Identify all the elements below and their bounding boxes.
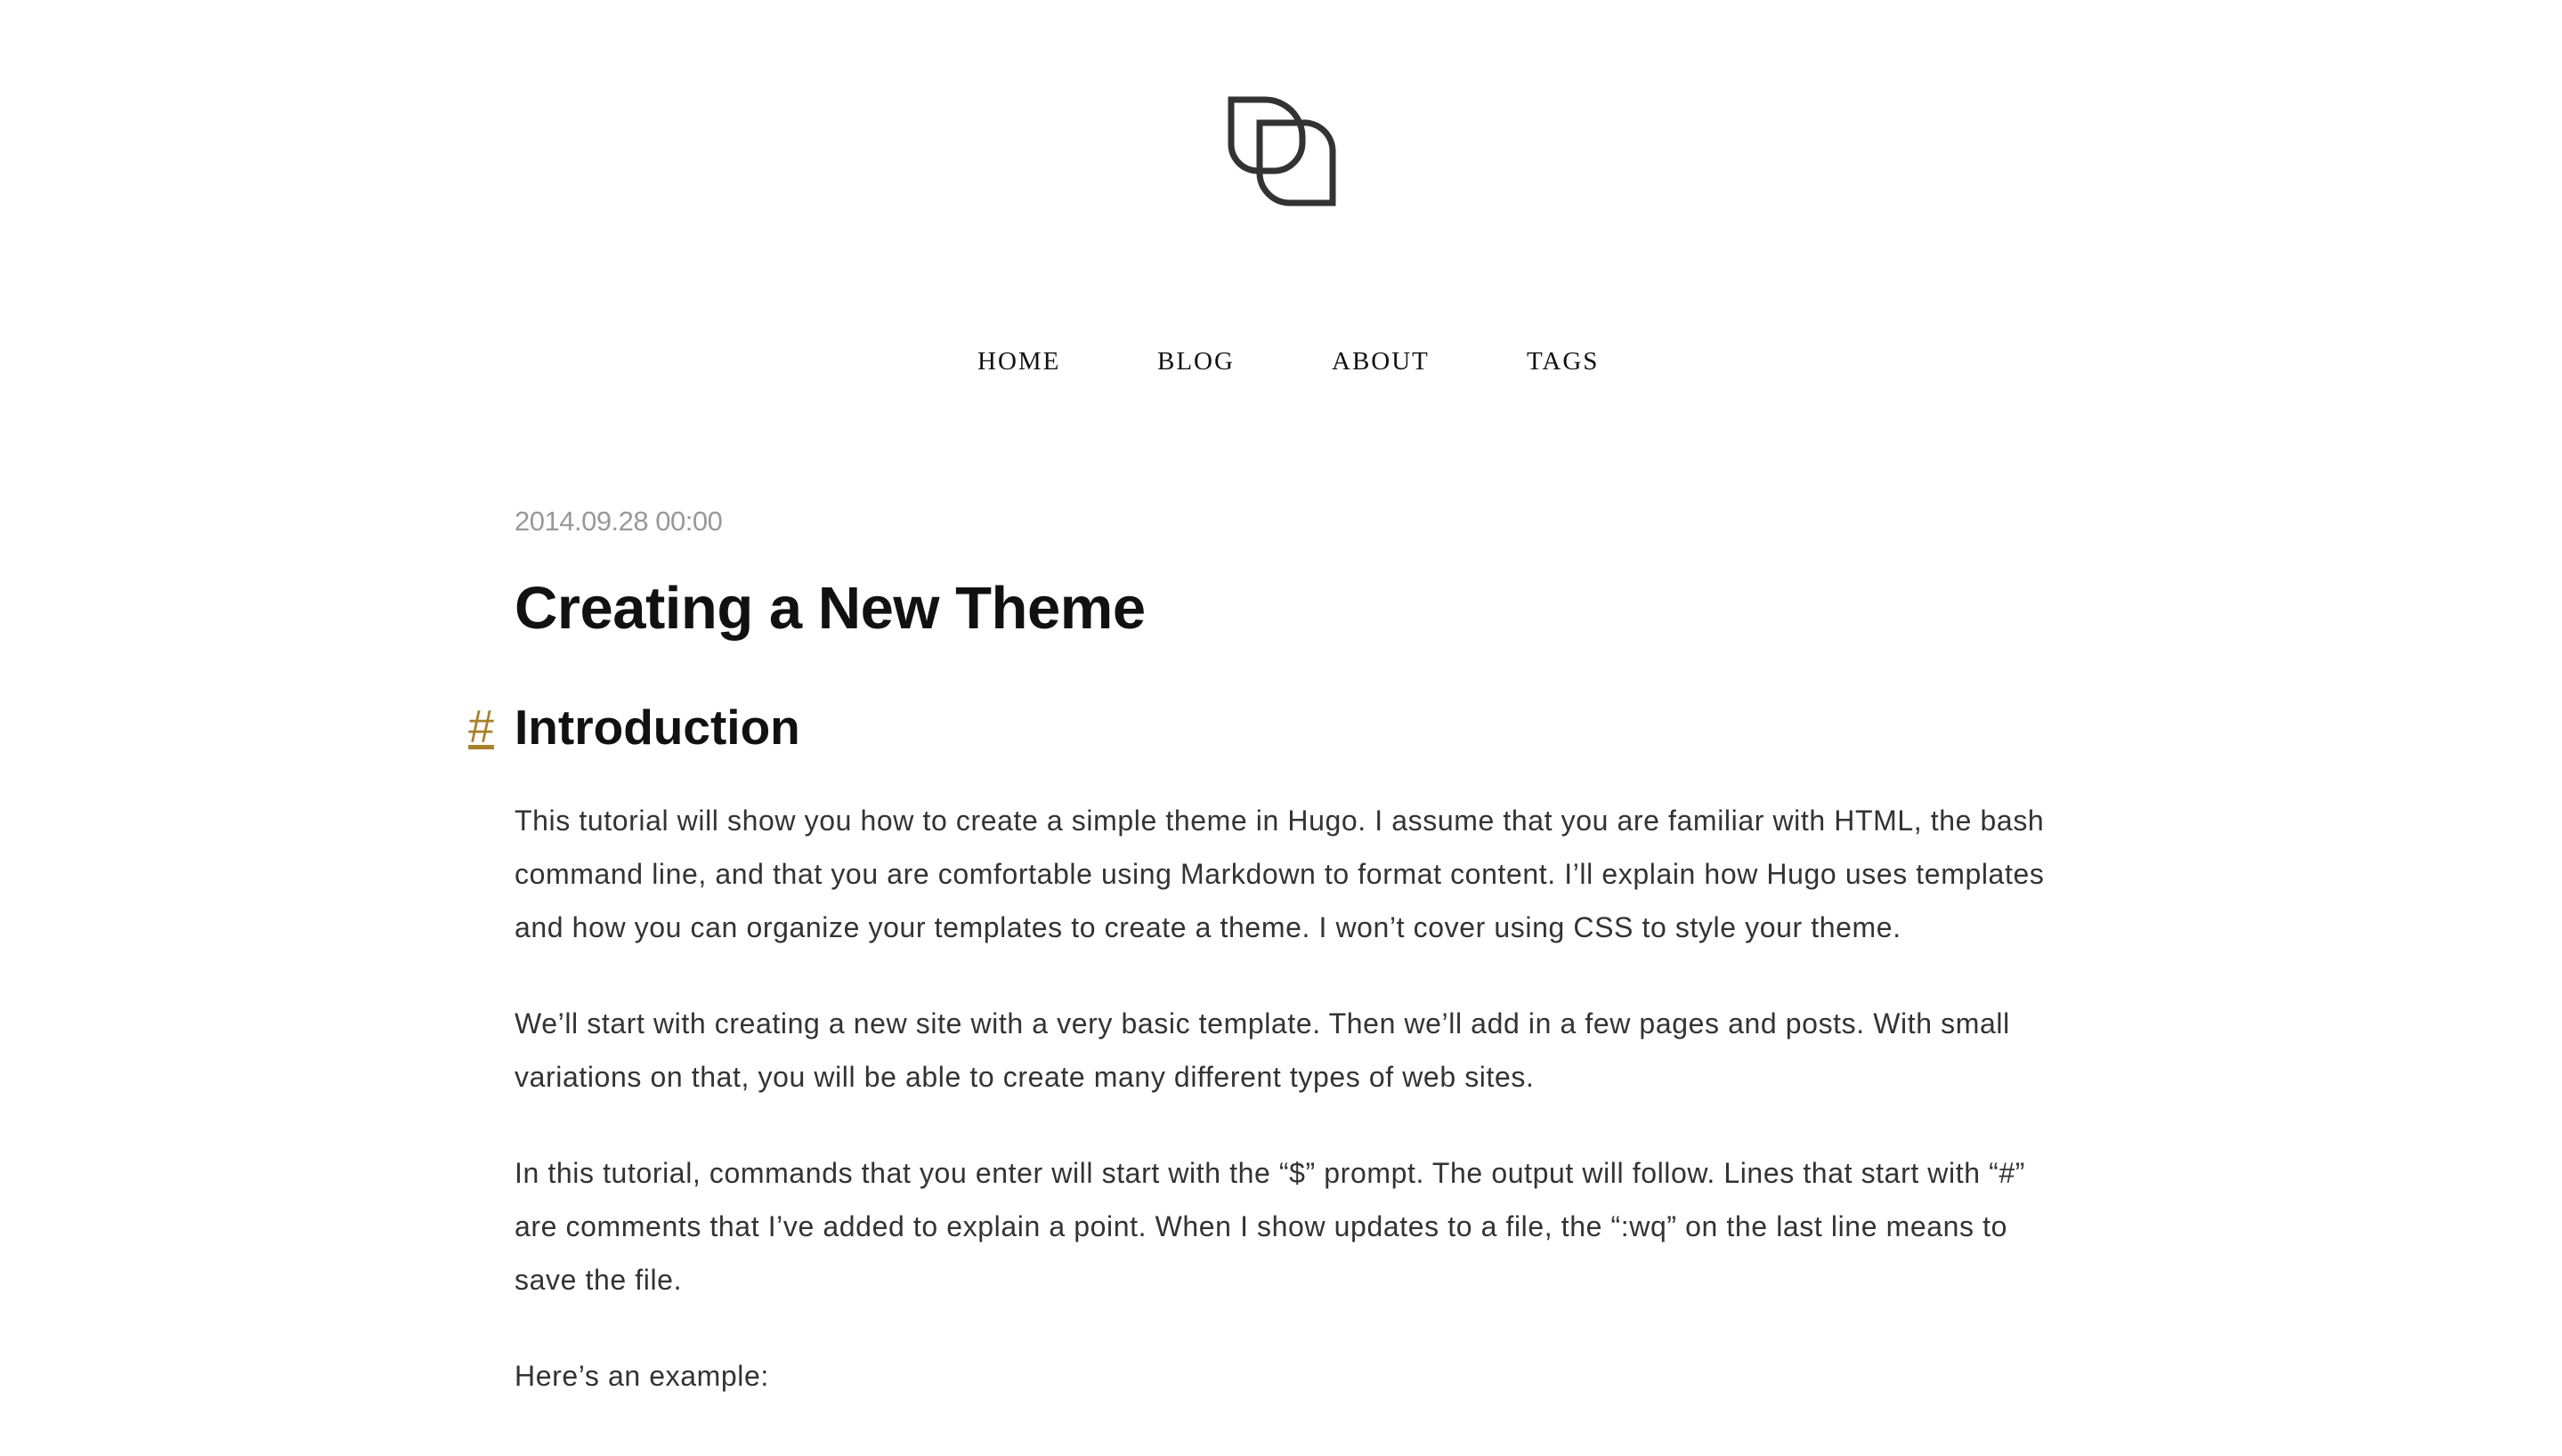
heading-anchor-link[interactable]: # [468,696,494,758]
nav-about[interactable]: ABOUT [1332,344,1430,379]
nav-tags[interactable]: TAGS [1527,344,1599,379]
nav-blog[interactable]: BLOG [1157,344,1235,379]
overlapping-squares-icon [1228,96,1336,206]
paragraph-plan: We’ll start with creating a new site wit… [515,1007,2010,1093]
post-date: 2014.09.28 00:00 [515,506,723,537]
paragraph-intro: This tutorial will show you how to creat… [515,805,2045,943]
section-heading-text: Introduction [515,700,800,755]
section-heading-introduction: # Introduction [468,696,2063,758]
paragraph-example: Here’s an example: [515,1360,769,1392]
main-nav: HOME BLOG ABOUT TAGS [0,344,2562,379]
nav-home[interactable]: HOME [977,344,1060,379]
post-article: 2014.09.28 00:00 Creating a New Theme # … [468,504,2063,1403]
paragraph-conventions: In this tutorial, commands that you ente… [515,1157,2026,1296]
post-title: Creating a New Theme [515,575,1146,642]
site-logo[interactable] [1228,96,1338,206]
